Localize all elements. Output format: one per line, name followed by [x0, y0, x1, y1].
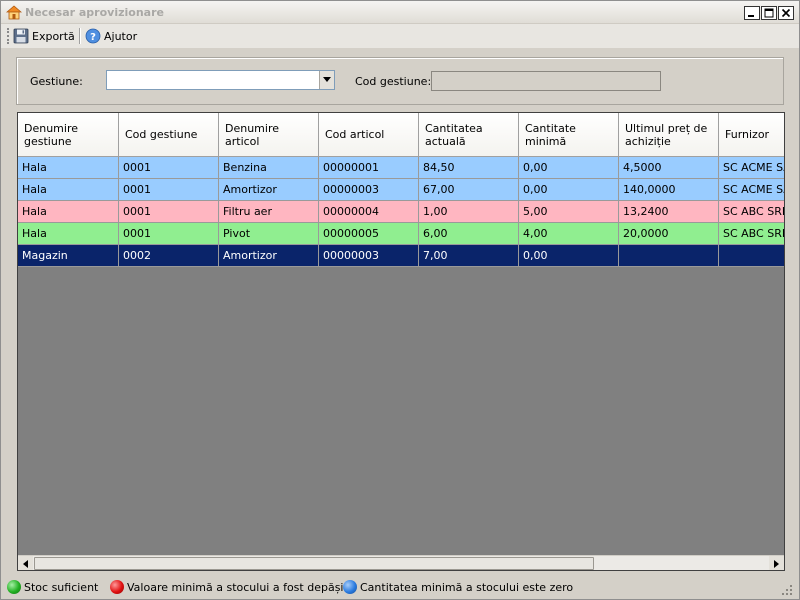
table-cell[interactable]: 0001 [119, 179, 219, 201]
table-cell[interactable]: 4,5000 [619, 157, 719, 179]
column-header[interactable]: Denumire articol [219, 113, 319, 157]
scroll-thumb[interactable] [34, 557, 594, 570]
gestiune-combobox[interactable] [106, 70, 335, 90]
table-cell[interactable]: SC ABC SRL [719, 223, 784, 245]
table-cell[interactable]: 5,00 [519, 201, 619, 223]
column-header[interactable]: Cantitate minimă [519, 113, 619, 157]
gestiune-label: Gestiune: [30, 75, 83, 88]
table-cell[interactable]: 7,00 [419, 245, 519, 267]
column-header[interactable]: Ultimul preț de achiziție [619, 113, 719, 157]
close-icon [781, 8, 791, 18]
arrow-left-icon [22, 559, 28, 568]
table-row[interactable]: Hala 0001 Pivot 00000005 6,00 4,00 20,0000 SC A… [18, 223, 784, 245]
export-label: Exportă [32, 29, 75, 43]
table-row[interactable]: Hala 0001 Amortizor 00000003 67,00 0,00 140,00… [18, 179, 784, 201]
main-window: Necesar aprovizionare Exportă ? Ajutor G… [0, 0, 800, 600]
legend-label: Valoare minimă a stocului a fost depășit… [127, 580, 355, 594]
legend-item: Stoc suficient [7, 580, 98, 594]
warehouse-icon [6, 5, 22, 20]
toolbar-separator [79, 28, 80, 44]
table-cell[interactable]: 0,00 [519, 245, 619, 267]
table-cell[interactable]: 0001 [119, 223, 219, 245]
table-cell[interactable]: SC ACME SA [719, 157, 784, 179]
table-row[interactable]: Hala 0001 Benzina 00000001 84,50 0,00 4,5000 SC… [18, 157, 784, 179]
table-cell[interactable]: 0001 [119, 201, 219, 223]
legend-item: Valoare minimă a stocului a fost depășit… [110, 580, 355, 594]
export-button[interactable]: Exportă [13, 26, 75, 46]
green-circle-icon [7, 580, 21, 594]
table-cell[interactable]: 0001 [119, 157, 219, 179]
title-bar: Necesar aprovizionare [1, 1, 799, 24]
table-cell[interactable]: Pivot [219, 223, 319, 245]
table-cell[interactable]: SC ACME SA [719, 179, 784, 201]
window-title: Necesar aprovizionare [25, 6, 164, 19]
minimize-icon [748, 15, 754, 17]
save-disk-icon [13, 28, 29, 44]
resize-grip-icon[interactable] [781, 584, 793, 596]
table-cell[interactable]: SC ABC SRL [719, 201, 784, 223]
table-cell[interactable]: 1,00 [419, 201, 519, 223]
help-icon: ? [85, 28, 101, 44]
column-header[interactable]: Cod gestiune [119, 113, 219, 157]
table-cell[interactable]: 13,2400 [619, 201, 719, 223]
help-label: Ajutor [104, 29, 138, 43]
table-cell[interactable]: 67,00 [419, 179, 519, 201]
table-cell[interactable]: Hala [18, 179, 119, 201]
table-row[interactable]: Magazin 0002 Amortizor 00000003 7,00 0,00 [18, 245, 784, 267]
table-cell[interactable]: Magazin [18, 245, 119, 267]
table-cell[interactable]: Amortizor [219, 179, 319, 201]
help-button[interactable]: ? Ajutor [85, 26, 137, 46]
toolbar-grip[interactable] [7, 28, 9, 44]
maximize-icon [764, 8, 774, 18]
table-cell[interactable] [719, 245, 784, 267]
toolbar: Exportă ? Ajutor [1, 24, 799, 48]
table-cell[interactable]: Benzina [219, 157, 319, 179]
table-cell[interactable]: Hala [18, 223, 119, 245]
filter-panel: Gestiune: Cod gestiune: [16, 57, 784, 105]
column-header[interactable]: Denumire gestiune [18, 113, 119, 157]
svg-text:?: ? [90, 32, 96, 43]
red-circle-icon [110, 580, 124, 594]
blue-circle-icon [343, 580, 357, 594]
scroll-left-button[interactable] [18, 556, 33, 570]
table-cell[interactable]: 00000004 [319, 201, 419, 223]
table-cell[interactable]: 00000005 [319, 223, 419, 245]
table-cell[interactable]: 140,0000 [619, 179, 719, 201]
legend-label: Cantitatea minimă a stocului este zero [360, 580, 574, 594]
scroll-right-button[interactable] [769, 556, 784, 570]
grid-header: Denumire gestiune Cod gestiune Denumire ar… [18, 113, 784, 157]
close-button[interactable] [778, 6, 794, 20]
table-cell[interactable]: Hala [18, 201, 119, 223]
horizontal-scrollbar[interactable] [18, 555, 784, 570]
table-row[interactable]: Hala 0001 Filtru aer 00000004 1,00 5,00 13,240… [18, 201, 784, 223]
cod-gestiune-field [431, 71, 661, 91]
table-cell[interactable]: 0,00 [519, 157, 619, 179]
table-cell[interactable]: 00000003 [319, 245, 419, 267]
legend-item: Cantitatea minimă a stocului este zero [343, 580, 573, 594]
table-cell[interactable]: 20,0000 [619, 223, 719, 245]
gestiune-dropdown-button[interactable] [319, 71, 334, 89]
table-cell[interactable]: 6,00 [419, 223, 519, 245]
status-bar: Stoc suficient Valoare minimă a stocului… [1, 577, 799, 599]
column-header[interactable]: Cantitatea actuală [419, 113, 519, 157]
data-grid[interactable]: Denumire gestiune Cod gestiune Denumire ar… [17, 112, 785, 571]
table-cell[interactable]: Filtru aer [219, 201, 319, 223]
cod-gestiune-label: Cod gestiune: [355, 75, 432, 88]
maximize-button[interactable] [761, 6, 777, 20]
minimize-button[interactable] [744, 6, 760, 20]
table-cell[interactable]: 00000001 [319, 157, 419, 179]
table-cell[interactable]: Hala [18, 157, 119, 179]
column-header[interactable]: Cod articol [319, 113, 419, 157]
table-cell[interactable]: 4,00 [519, 223, 619, 245]
table-cell[interactable]: 00000003 [319, 179, 419, 201]
table-cell[interactable] [619, 245, 719, 267]
table-cell[interactable]: Amortizor [219, 245, 319, 267]
column-header[interactable]: Furnizor [719, 113, 784, 157]
table-cell[interactable]: 0,00 [519, 179, 619, 201]
arrow-right-icon [773, 559, 779, 568]
chevron-down-icon [323, 77, 331, 82]
table-cell[interactable]: 84,50 [419, 157, 519, 179]
table-cell[interactable]: 0002 [119, 245, 219, 267]
legend-label: Stoc suficient [24, 580, 99, 594]
